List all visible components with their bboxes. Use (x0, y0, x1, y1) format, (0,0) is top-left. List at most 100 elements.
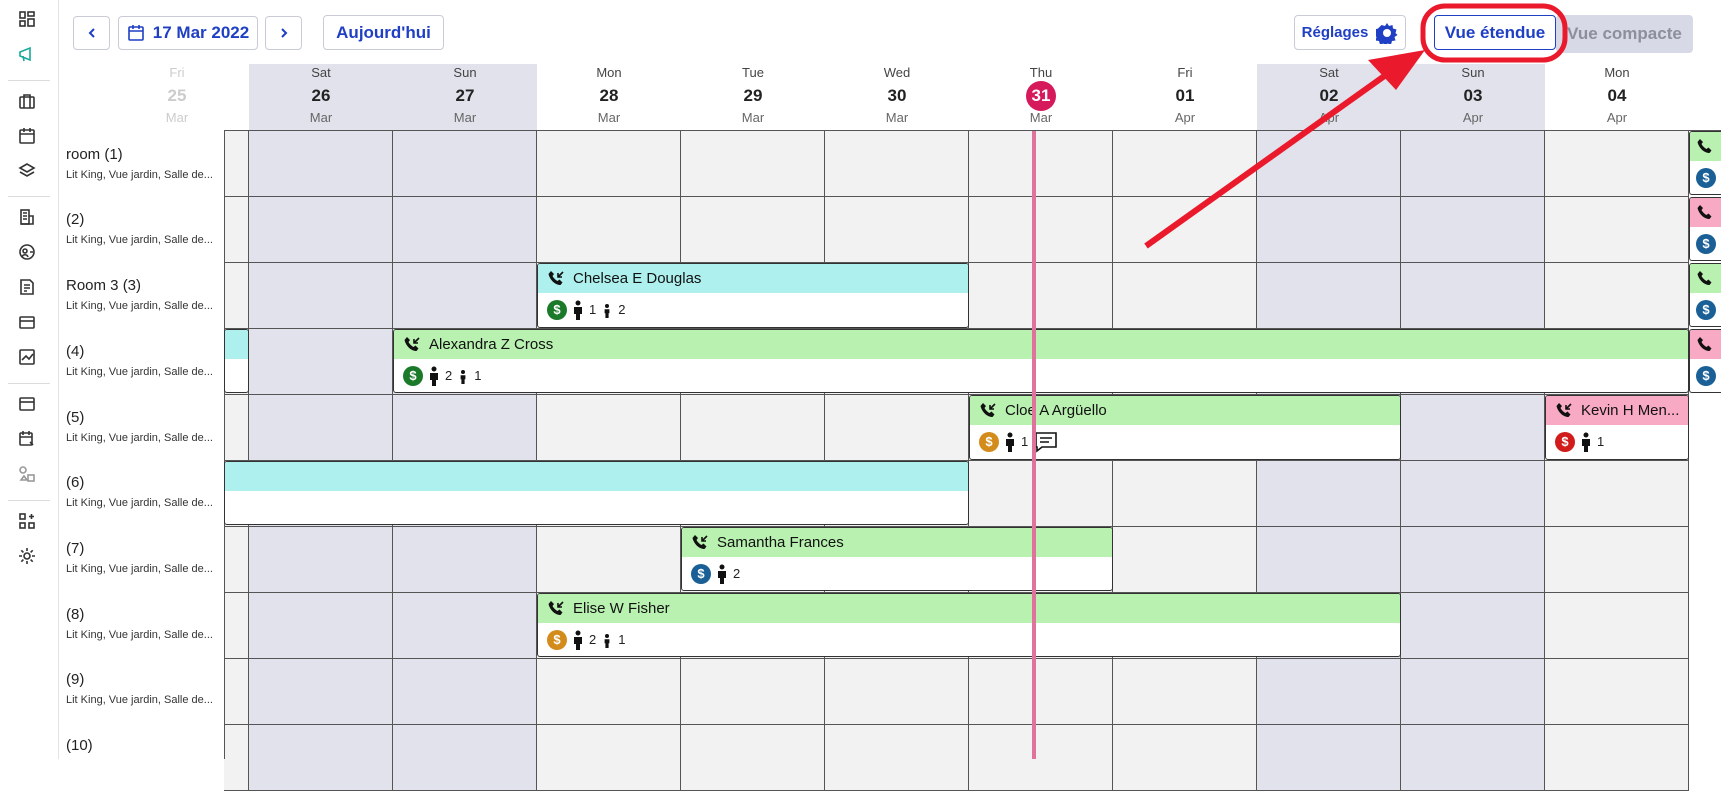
booking-card[interactable]: $ (1689, 131, 1721, 195)
calendar-cell[interactable] (393, 263, 537, 329)
room-label[interactable]: (5) Lit King, Vue jardin, Salle de... (66, 409, 224, 444)
booking-card[interactable]: Kevin H Men... $1 (1545, 395, 1689, 460)
settings-button[interactable]: Réglages (1294, 15, 1406, 50)
layers-icon[interactable] (16, 160, 38, 182)
calendar-cell[interactable] (249, 263, 393, 329)
calendar-cell[interactable] (393, 725, 537, 791)
calendar-cell[interactable] (393, 527, 537, 593)
calendar-cell[interactable] (1545, 725, 1689, 791)
calendar-cell[interactable] (825, 131, 969, 197)
calendar-cell[interactable] (825, 197, 969, 263)
calendar-cell[interactable] (537, 395, 681, 461)
calendar-cell[interactable] (1113, 197, 1257, 263)
calendar-cell[interactable] (1545, 263, 1689, 329)
calendar-cell[interactable] (249, 659, 393, 725)
calendar-cell[interactable] (1257, 131, 1401, 197)
calendar-cell[interactable] (681, 131, 825, 197)
compact-view-button[interactable]: Vue compacte (1556, 15, 1693, 53)
calendar-cell[interactable] (249, 131, 393, 197)
calendar-cell[interactable] (1545, 461, 1689, 527)
calendar-cell[interactable] (1257, 527, 1401, 593)
calendar-cell[interactable] (1401, 461, 1545, 527)
calendar-cell[interactable] (1401, 725, 1545, 791)
calendar-cell[interactable] (969, 131, 1113, 197)
calendar-cell[interactable] (969, 197, 1113, 263)
browser-window-icon[interactable] (16, 393, 38, 415)
calendar-cell[interactable] (1401, 263, 1545, 329)
calendar-cell[interactable] (825, 725, 969, 791)
calendar-cell[interactable] (1545, 659, 1689, 725)
date-picker-button[interactable]: 17 Mar 2022 (118, 16, 258, 50)
room-label[interactable]: (7) Lit King, Vue jardin, Salle de... (66, 540, 224, 575)
calendar-cell[interactable] (224, 395, 249, 461)
calendar-cell[interactable] (681, 197, 825, 263)
room-label[interactable]: (10) (66, 737, 224, 754)
calendar-cell[interactable] (1257, 263, 1401, 329)
calendar-cell[interactable] (537, 725, 681, 791)
briefcase-icon[interactable] (16, 90, 38, 112)
dashboard-icon[interactable] (16, 8, 38, 30)
calendar-cell[interactable] (1401, 659, 1545, 725)
calendar-cell[interactable] (681, 395, 825, 461)
calendar-cell[interactable] (1257, 461, 1401, 527)
calendar-cell[interactable] (224, 197, 249, 263)
room-label[interactable]: Room 3 (3) Lit King, Vue jardin, Salle de… (66, 277, 224, 312)
calendar-cell[interactable] (393, 197, 537, 263)
calendar-cell[interactable] (393, 131, 537, 197)
chart-icon[interactable] (16, 346, 38, 368)
calendar-cell[interactable] (681, 725, 825, 791)
apps-add-icon[interactable] (16, 510, 38, 532)
prev-period-button[interactable] (73, 16, 110, 50)
next-period-button[interactable] (265, 16, 302, 50)
calendar-cell[interactable] (1401, 197, 1545, 263)
calendar-cell[interactable] (224, 659, 249, 725)
calendar-cell[interactable] (1113, 263, 1257, 329)
calendar-cell[interactable] (681, 659, 825, 725)
calendar-cell[interactable] (1401, 593, 1545, 659)
calendar-cell[interactable] (969, 725, 1113, 791)
calendar-cell[interactable] (1401, 395, 1545, 461)
calendar-cell[interactable] (1113, 527, 1257, 593)
room-label[interactable]: (9) Lit King, Vue jardin, Salle de... (66, 671, 224, 706)
calendar-cell[interactable] (969, 263, 1113, 329)
booking-card[interactable] (224, 461, 969, 525)
calendar-cell[interactable] (393, 395, 537, 461)
calendar-cell[interactable] (393, 593, 537, 659)
calendar-cell[interactable] (825, 659, 969, 725)
megaphone-icon[interactable] (16, 43, 38, 65)
calendar-cell[interactable] (969, 659, 1113, 725)
calendar-sync-icon[interactable] (16, 428, 38, 450)
calendar-cell[interactable] (1257, 725, 1401, 791)
calendar-cell[interactable] (1113, 725, 1257, 791)
payment-card-icon[interactable] (16, 311, 38, 333)
calendar-cell[interactable] (249, 725, 393, 791)
room-label[interactable]: (8) Lit King, Vue jardin, Salle de... (66, 606, 224, 641)
calendar-cell[interactable] (537, 659, 681, 725)
calendar-cell[interactable] (224, 593, 249, 659)
calendar-cell[interactable] (825, 395, 969, 461)
calendar-cell[interactable] (537, 197, 681, 263)
calendar-cell[interactable] (1113, 131, 1257, 197)
calendar-cell[interactable] (249, 395, 393, 461)
calendar-cell[interactable] (249, 527, 393, 593)
guest-icon[interactable] (16, 241, 38, 263)
calendar-cell[interactable] (224, 131, 249, 197)
calendar-cell[interactable] (1545, 593, 1689, 659)
room-label[interactable]: (6) Lit King, Vue jardin, Salle de... (66, 474, 224, 509)
calendar-cell[interactable] (224, 725, 249, 791)
booking-card[interactable]: $ (1689, 197, 1721, 261)
booking-card[interactable]: Alexandra Z Cross $2 1 (393, 329, 1689, 393)
booking-card[interactable]: $ (1689, 329, 1721, 393)
calendar-cell[interactable] (1545, 197, 1689, 263)
calendar-cell[interactable] (224, 527, 249, 593)
room-label[interactable]: (2) Lit King, Vue jardin, Salle de... (66, 211, 224, 246)
calendar-cell[interactable] (1257, 659, 1401, 725)
calendar-icon[interactable] (16, 125, 38, 147)
calendar-cell[interactable] (1545, 131, 1689, 197)
room-label[interactable]: room (1) Lit King, Vue jardin, Salle de..… (66, 146, 224, 181)
booking-card[interactable]: $ (1689, 263, 1721, 327)
booking-card[interactable]: Samantha Frances $2 (681, 527, 1113, 591)
building-icon[interactable] (16, 206, 38, 228)
calendar-cell[interactable] (1113, 659, 1257, 725)
booking-card[interactable]: Elise W Fisher $2 1 (537, 593, 1401, 657)
